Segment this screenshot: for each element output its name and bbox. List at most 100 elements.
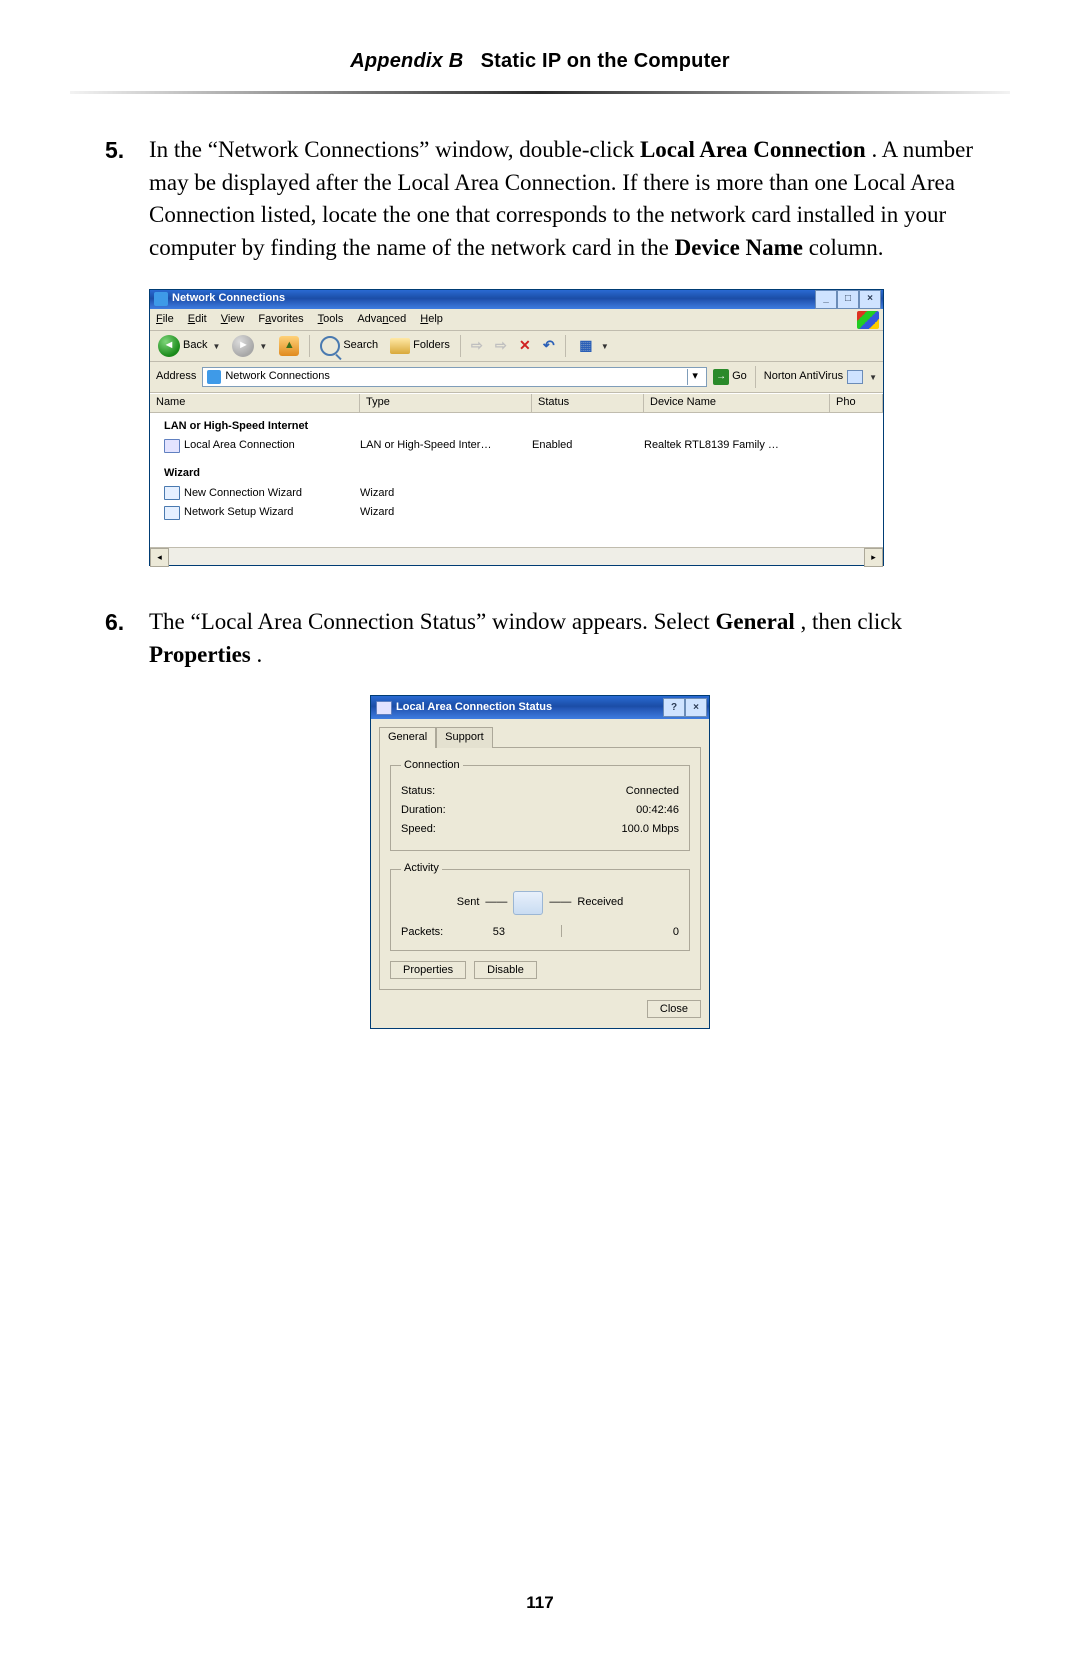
header-rule [70, 91, 1010, 94]
menu-help[interactable]: Help [420, 312, 443, 328]
go-button[interactable]: → Go [713, 369, 747, 385]
scroll-track[interactable] [169, 548, 864, 565]
address-input[interactable]: Network Connections ▾ [202, 367, 707, 387]
address-icon [207, 370, 221, 384]
menu-file[interactable]: File [156, 312, 174, 328]
status-label: Status: [401, 784, 435, 800]
close-dialog-button[interactable]: Close [647, 1000, 701, 1018]
scroll-left-button[interactable]: ◂ [150, 548, 169, 567]
undo-icon[interactable]: ↶ [539, 336, 559, 356]
step-6-number: 6. [105, 606, 149, 671]
step-5-bold1: Local Area Connection [640, 137, 866, 162]
connection-icon [164, 439, 180, 453]
menu-edit[interactable]: Edit [188, 312, 207, 328]
row3-name: Network Setup Wizard [184, 505, 293, 521]
window-title: Network Connections [172, 291, 285, 307]
forward-icon: ► [232, 335, 254, 357]
separator [565, 335, 566, 357]
folder-up-icon: ▲ [279, 336, 299, 356]
separator [460, 335, 461, 357]
help-button[interactable]: ? [663, 698, 685, 717]
chevron-down-icon: ▼ [212, 341, 220, 352]
list-item[interactable]: Network Setup Wizard Wizard [150, 503, 883, 523]
move-to-icon[interactable]: ⇨ [467, 336, 487, 356]
go-label: Go [732, 369, 747, 385]
network-connections-window: Network Connections _ □ × File Edit View… [149, 289, 884, 566]
views-icon: ▦ [576, 336, 596, 356]
disable-button[interactable]: Disable [474, 961, 537, 979]
tab-support[interactable]: Support [436, 727, 493, 748]
row1-name: Local Area Connection [184, 438, 295, 454]
dialog-title: Local Area Connection Status [396, 700, 552, 716]
dialog-titlebar[interactable]: Local Area Connection Status ? × [371, 696, 709, 719]
row1-status: Enabled [532, 438, 644, 454]
row1-type: LAN or High-Speed Inter… [360, 438, 532, 454]
delete-icon[interactable]: ✕ [515, 336, 535, 356]
chevron-down-icon: ▼ [869, 372, 877, 383]
separator [755, 366, 756, 388]
col-status[interactable]: Status [532, 394, 644, 412]
packets-received: 0 [568, 925, 679, 941]
packets-sent: 53 [443, 925, 554, 941]
forward-button[interactable]: ► ▼ [228, 334, 271, 358]
dash-icon: —— [549, 895, 571, 911]
speed-value: 100.0 Mbps [622, 822, 679, 838]
scroll-right-button[interactable]: ▸ [864, 548, 883, 567]
duration-value: 00:42:46 [636, 803, 679, 819]
titlebar[interactable]: Network Connections _ □ × [150, 290, 883, 309]
address-bar: Address Network Connections ▾ → Go Norto… [150, 362, 883, 393]
dash-icon: —— [485, 895, 507, 911]
menu-advanced[interactable]: Advanced [357, 312, 406, 328]
col-type[interactable]: Type [360, 394, 532, 412]
connection-group: Connection Status:Connected Duration:00:… [390, 758, 690, 851]
chevron-down-icon: ▼ [259, 341, 267, 352]
wizard-icon [164, 506, 180, 520]
norton-antivirus-button[interactable]: Norton AntiVirus ▼ [764, 369, 877, 385]
received-label: Received [577, 895, 623, 911]
folders-label: Folders [413, 338, 450, 354]
nav-label: Norton AntiVirus [764, 369, 843, 385]
list-item[interactable]: New Connection Wizard Wizard [150, 484, 883, 504]
menu-tools[interactable]: Tools [318, 312, 344, 328]
folders-button[interactable]: Folders [386, 337, 454, 355]
step-6-mid: , then click [800, 609, 902, 634]
address-dropdown-icon[interactable]: ▾ [687, 369, 702, 385]
col-name[interactable]: Name [150, 394, 360, 412]
list-item[interactable]: Local Area Connection LAN or High-Speed … [150, 436, 883, 456]
folders-icon [390, 338, 410, 354]
step-5-post: column. [809, 235, 884, 260]
maximize-button[interactable]: □ [837, 290, 859, 309]
step-5-number: 5. [105, 134, 149, 265]
sent-label: Sent [457, 895, 480, 911]
col-device[interactable]: Device Name [644, 394, 830, 412]
activity-legend: Activity [401, 861, 442, 877]
back-button[interactable]: ◄ Back ▼ [154, 334, 224, 358]
row3-type: Wizard [360, 505, 532, 521]
activity-icon [513, 891, 543, 915]
tab-general[interactable]: General [379, 727, 436, 748]
close-button[interactable]: × [859, 290, 881, 309]
page-number: 117 [0, 1593, 1080, 1613]
speed-label: Speed: [401, 822, 436, 838]
menu-favorites[interactable]: Favorites [258, 312, 303, 328]
properties-button[interactable]: Properties [390, 961, 466, 979]
up-button[interactable]: ▲ [275, 335, 303, 357]
minimize-button[interactable]: _ [815, 290, 837, 309]
step-5-text: In the “Network Connections” window, dou… [149, 134, 975, 265]
step-6-bold1: General [716, 609, 795, 634]
group-wizard: Wizard [150, 456, 883, 484]
appendix-title: Static IP on the Computer [481, 50, 730, 72]
close-button[interactable]: × [685, 698, 707, 717]
separator [561, 925, 562, 937]
col-phone[interactable]: Pho [830, 394, 883, 412]
views-button[interactable]: ▦ ▼ [572, 335, 613, 357]
packets-label: Packets: [401, 925, 443, 941]
menu-view[interactable]: View [221, 312, 245, 328]
horizontal-scrollbar[interactable]: ◂ ▸ [150, 547, 883, 565]
row1-device: Realtek RTL8139 Family … [644, 438, 830, 454]
back-label: Back [183, 338, 207, 354]
copy-to-icon[interactable]: ⇨ [491, 336, 511, 356]
search-button[interactable]: Search [316, 335, 382, 357]
menu-bar: File Edit View Favorites Tools Advanced … [150, 309, 883, 332]
go-icon: → [713, 369, 729, 385]
